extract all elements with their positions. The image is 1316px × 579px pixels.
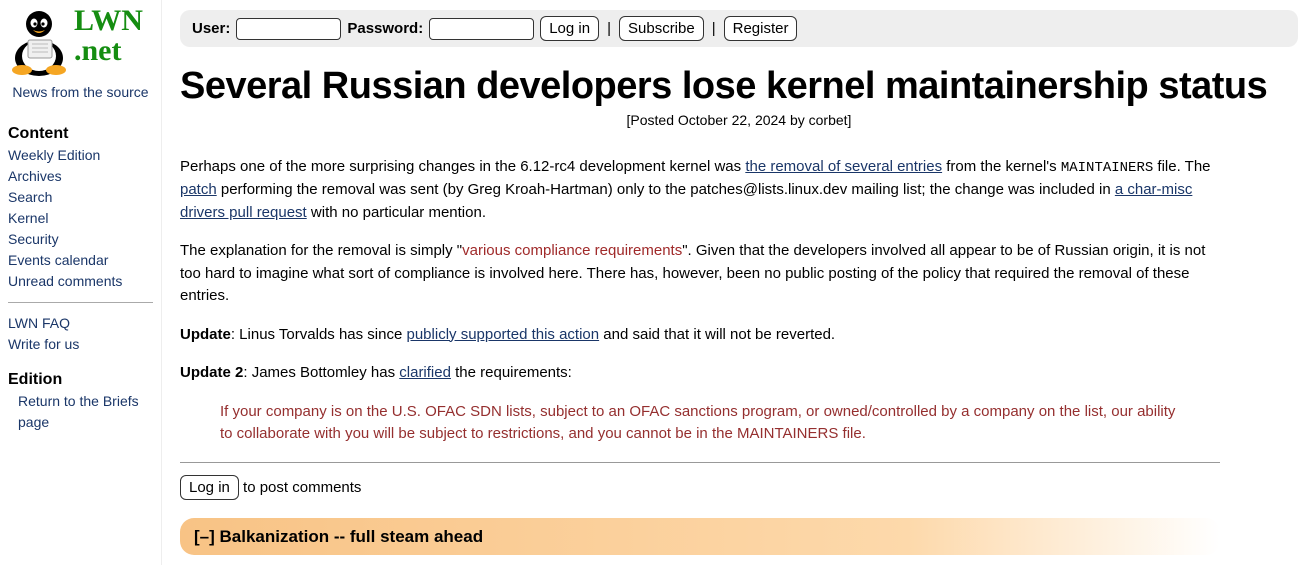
sidebar-heading-edition: Edition — [8, 371, 153, 389]
tagline[interactable]: News from the source — [8, 82, 153, 103]
update-label: Update — [180, 326, 231, 343]
post-comments-line: Log in to post comments — [180, 475, 1220, 500]
quoted-text: various compliance requirements — [462, 242, 682, 259]
comment-collapse-toggle[interactable]: [–] — [194, 527, 215, 546]
code-maintainers: MAINTAINERS — [1061, 160, 1153, 176]
user-label: User: — [192, 20, 230, 37]
sidebar: LWN .net News from the source Content We… — [0, 0, 162, 565]
separator: | — [605, 20, 613, 37]
paragraph-3: Update: Linus Torvalds has since publicl… — [180, 324, 1220, 347]
sidebar-link-kernel[interactable]: Kernel — [8, 208, 153, 229]
sidebar-link-security[interactable]: Security — [8, 229, 153, 250]
sidebar-link-write[interactable]: Write for us — [8, 334, 153, 355]
sidebar-link-archives[interactable]: Archives — [8, 166, 153, 187]
link-removal[interactable]: the removal of several entries — [745, 158, 942, 175]
sidebar-divider — [8, 302, 153, 303]
paragraph-1: Perhaps one of the more surprising chang… — [180, 156, 1220, 224]
login-bar: User: Password: Log in | Subscribe | Reg… — [180, 10, 1298, 47]
penguin-logo-icon — [8, 6, 70, 78]
logo-text-bottom: .net — [74, 36, 143, 66]
sidebar-link-return[interactable]: Return to the Briefs page — [8, 391, 153, 433]
paragraph-4: Update 2: James Bottomley has clarified … — [180, 362, 1220, 385]
sidebar-link-weekly[interactable]: Weekly Edition — [8, 145, 153, 166]
link-patch[interactable]: patch — [180, 181, 217, 198]
login-button[interactable]: Log in — [540, 16, 599, 41]
sidebar-heading-content: Content — [8, 125, 153, 143]
password-label: Password: — [347, 20, 423, 37]
sidebar-link-events[interactable]: Events calendar — [8, 250, 153, 271]
login-to-post-button[interactable]: Log in — [180, 475, 239, 500]
sidebar-link-unread[interactable]: Unread comments — [8, 271, 153, 292]
user-input[interactable] — [236, 18, 341, 40]
separator: | — [710, 20, 718, 37]
logo[interactable]: LWN .net — [8, 6, 153, 78]
password-input[interactable] — [429, 18, 534, 40]
sidebar-link-faq[interactable]: LWN FAQ — [8, 313, 153, 334]
article-title: Several Russian developers lose kernel m… — [180, 65, 1298, 108]
article-body: Perhaps one of the more surprising chang… — [180, 156, 1220, 555]
logo-text-top: LWN — [74, 6, 143, 36]
register-button[interactable]: Register — [724, 16, 798, 41]
main-content: User: Password: Log in | Subscribe | Reg… — [162, 0, 1316, 565]
blockquote: If your company is on the U.S. OFAC SDN … — [220, 401, 1220, 446]
paragraph-2: The explanation for the removal is simpl… — [180, 240, 1220, 308]
sidebar-link-search[interactable]: Search — [8, 187, 153, 208]
comment-title: Balkanization -- full steam ahead — [220, 527, 484, 546]
article-byline: [Posted October 22, 2024 by corbet] — [180, 112, 1298, 128]
comment-header: [–] Balkanization -- full steam ahead — [180, 518, 1220, 556]
subscribe-button[interactable]: Subscribe — [619, 16, 704, 41]
link-clarified[interactable]: clarified — [399, 364, 451, 381]
link-supported[interactable]: publicly supported this action — [407, 326, 600, 343]
update2-label: Update 2 — [180, 364, 243, 381]
article-divider — [180, 462, 1220, 463]
